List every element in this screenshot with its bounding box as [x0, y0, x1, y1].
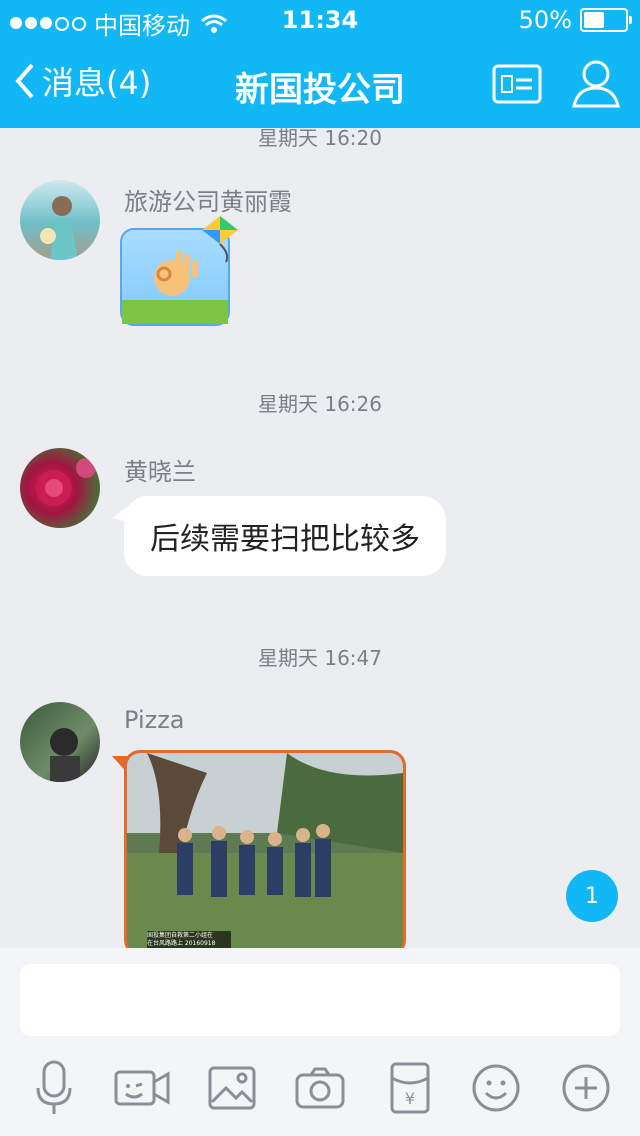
status-bar: 中国移动 11:34 50% [0, 0, 640, 40]
voice-button[interactable] [26, 1060, 82, 1116]
avatar[interactable] [20, 180, 100, 260]
red-packet-button[interactable]: ¥ [382, 1060, 438, 1116]
sender-name: Pizza [124, 706, 185, 734]
group-members-icon[interactable] [568, 56, 624, 112]
video-icon [114, 1070, 170, 1106]
avatar[interactable] [20, 448, 100, 528]
unread-badge[interactable]: 1 [566, 870, 618, 922]
battery-info: 50% [518, 6, 632, 34]
video-button[interactable] [114, 1060, 170, 1116]
avatar-image [40, 196, 78, 260]
image-icon [208, 1066, 256, 1110]
svg-text:¥: ¥ [405, 1089, 415, 1108]
camera-button[interactable] [292, 1060, 348, 1116]
input-toolbar: ¥ [0, 1050, 640, 1120]
sender-name: 黄晓兰 [124, 458, 196, 486]
avatar[interactable] [20, 702, 100, 782]
red-packet-icon: ¥ [390, 1062, 430, 1114]
time-separator: 星期天 16:47 [258, 646, 382, 670]
chat-title: 新国投公司 [235, 70, 405, 110]
battery-percent: 50% [518, 6, 572, 34]
plus-icon [562, 1064, 610, 1112]
emoji-button[interactable] [468, 1060, 524, 1116]
group-photo-image [127, 753, 403, 953]
message-bubble[interactable]: 后续需要扫把比较多 [124, 496, 446, 576]
kite-icon [202, 216, 238, 263]
navigation-bar: 消息(4) 新国投公司 [0, 40, 640, 128]
camera-icon [295, 1067, 345, 1109]
photo-caption: 国投集团自救第二小组在 在台风路路上 20160918 [147, 932, 216, 947]
battery-icon [580, 8, 632, 32]
photo-message[interactable] [124, 750, 406, 956]
microphone-icon [36, 1060, 72, 1114]
time-separator: 星期天 16:20 [258, 126, 382, 150]
more-button[interactable] [558, 1060, 614, 1116]
avatar-image [50, 728, 80, 782]
message-input[interactable] [20, 964, 620, 1036]
group-card-icon[interactable] [492, 64, 542, 104]
image-button[interactable] [204, 1060, 260, 1116]
emoji-icon [472, 1064, 520, 1112]
time-separator: 星期天 16:26 [258, 392, 382, 416]
top-bar: 中国移动 11:34 50% 消息(4) 新国投公司 [0, 0, 640, 128]
sender-name: 旅游公司黄丽霞 [124, 188, 292, 216]
avatar-image [36, 458, 96, 506]
input-area: ¥ [0, 948, 640, 1136]
